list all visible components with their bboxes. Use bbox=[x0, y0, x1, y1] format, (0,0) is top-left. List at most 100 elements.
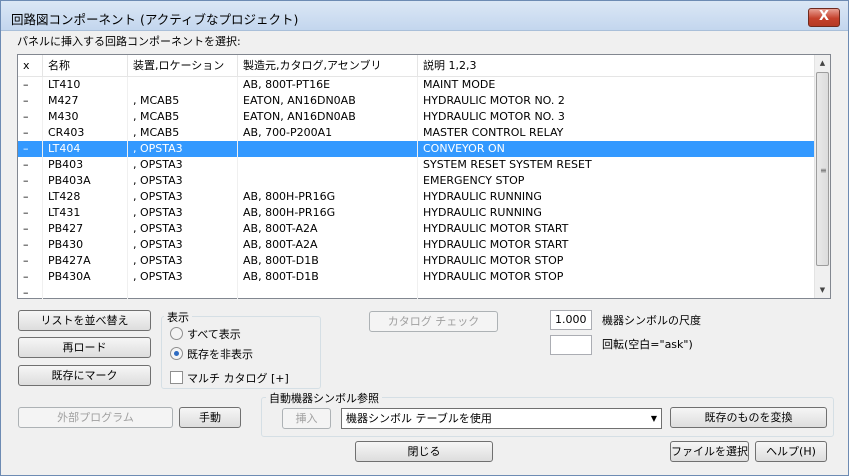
row-location: , OPSTA3 bbox=[133, 190, 183, 203]
multi-catalog-checkbox[interactable] bbox=[170, 371, 183, 384]
row-marker: – bbox=[23, 190, 29, 203]
row-description: HYDRAULIC MOTOR STOP bbox=[423, 254, 564, 267]
row-description: CONVEYOR ON bbox=[423, 142, 505, 155]
column-header-name[interactable]: 名称 bbox=[43, 55, 127, 77]
row-marker: – bbox=[23, 142, 29, 155]
row-manufacturer: AB, 800T-A2A bbox=[243, 222, 318, 235]
auto-symbol-group-label: 自動機器シンボル参照 bbox=[266, 390, 382, 406]
row-description: HYDRAULIC MOTOR NO. 2 bbox=[423, 94, 565, 107]
row-name: PB430 bbox=[48, 238, 84, 251]
row-name: M430 bbox=[48, 110, 79, 123]
symbol-source-dropdown[interactable]: 機器シンボル テーブルを使用 ▼ bbox=[341, 408, 662, 429]
select-file-button[interactable]: ファイルを選択 bbox=[670, 441, 749, 462]
row-marker: – bbox=[23, 94, 29, 107]
row-marker: – bbox=[23, 254, 29, 267]
row-name bbox=[43, 285, 127, 299]
row-location: , MCAB5 bbox=[133, 126, 180, 139]
show-all-label[interactable]: すべて表示 bbox=[187, 326, 241, 342]
row-marker: – bbox=[23, 286, 29, 299]
title-bar[interactable]: 回路図コンポーネント (アクティブなプロジェクト) X bbox=[1, 1, 848, 31]
row-marker: – bbox=[23, 174, 29, 187]
row-manufacturer bbox=[238, 285, 417, 299]
row-name: CR403 bbox=[48, 126, 85, 139]
help-button[interactable]: ヘルプ(H) bbox=[755, 441, 827, 462]
row-description bbox=[418, 285, 798, 299]
row-location: , OPSTA3 bbox=[133, 254, 183, 267]
row-location: , OPSTA3 bbox=[133, 158, 183, 171]
component-list[interactable]: x 名称 装置,ロケーション 製造元,カタログ,アセンブリ 説明 1,2,3 –… bbox=[17, 54, 831, 299]
symbol-source-value: 機器シンボル テーブルを使用 bbox=[346, 412, 492, 425]
scroll-down-arrow-icon[interactable]: ▼ bbox=[815, 282, 830, 298]
row-location: , OPSTA3 bbox=[133, 174, 183, 187]
row-name: PB403 bbox=[48, 158, 84, 171]
hide-existing-label[interactable]: 既存を非表示 bbox=[187, 346, 253, 362]
row-name: LT428 bbox=[48, 190, 81, 203]
row-description: HYDRAULIC RUNNING bbox=[423, 206, 542, 219]
row-manufacturer: AB, 700-P200A1 bbox=[243, 126, 333, 139]
chevron-down-icon: ▼ bbox=[650, 414, 657, 423]
row-marker: – bbox=[23, 126, 29, 139]
row-manufacturer: EATON, AN16DN0AB bbox=[243, 110, 356, 123]
row-location: , OPSTA3 bbox=[133, 238, 183, 251]
row-manufacturer: AB, 800T-D1B bbox=[243, 254, 319, 267]
manual-button[interactable]: 手動 bbox=[179, 407, 241, 428]
row-marker: – bbox=[23, 206, 29, 219]
row-description: HYDRAULIC MOTOR STOP bbox=[423, 270, 564, 283]
list-scrollbar[interactable]: ▲ ≡ ▼ bbox=[814, 55, 830, 298]
row-location: , OPSTA3 bbox=[133, 222, 183, 235]
convert-existing-button[interactable]: 既存のものを変換 bbox=[670, 407, 827, 428]
row-description: MASTER CONTROL RELAY bbox=[423, 126, 564, 139]
row-manufacturer: EATON, AN16DN0AB bbox=[243, 94, 356, 107]
row-marker: – bbox=[23, 238, 29, 251]
row-location: , OPSTA3 bbox=[133, 206, 183, 219]
row-name: LT404 bbox=[48, 142, 81, 155]
symbol-scale-input[interactable]: 1.000 bbox=[550, 310, 592, 330]
symbol-scale-label: 機器シンボルの尺度 bbox=[602, 314, 701, 327]
external-program-button[interactable]: 外部プログラム bbox=[18, 407, 173, 428]
column-header-x[interactable]: x bbox=[18, 55, 42, 77]
hide-existing-radio[interactable] bbox=[170, 347, 183, 360]
column-header-manufacturer[interactable]: 製造元,カタログ,アセンブリ bbox=[238, 55, 417, 77]
row-manufacturer bbox=[238, 157, 417, 173]
row-description: HYDRAULIC MOTOR START bbox=[423, 222, 569, 235]
row-description: MAINT MODE bbox=[423, 78, 496, 91]
row-marker: – bbox=[23, 110, 29, 123]
show-all-radio[interactable] bbox=[170, 327, 183, 340]
row-location: , MCAB5 bbox=[133, 110, 180, 123]
scroll-up-arrow-icon[interactable]: ▲ bbox=[815, 55, 830, 71]
row-manufacturer: AB, 800T-A2A bbox=[243, 238, 318, 251]
close-window-button[interactable]: X bbox=[808, 8, 840, 27]
catalog-check-button[interactable]: カタログ チェック bbox=[369, 311, 498, 332]
window-title: 回路図コンポーネント (アクティブなプロジェクト) bbox=[11, 12, 299, 27]
column-header-location[interactable]: 装置,ロケーション bbox=[128, 55, 237, 77]
grip-icon: ≡ bbox=[820, 166, 827, 175]
row-marker: – bbox=[23, 222, 29, 235]
row-location: , OPSTA3 bbox=[133, 142, 183, 155]
mark-existing-button[interactable]: 既存にマーク bbox=[18, 365, 151, 386]
scrollbar-thumb[interactable]: ≡ bbox=[816, 72, 829, 266]
close-button[interactable]: 閉じる bbox=[355, 441, 493, 462]
row-description: HYDRAULIC MOTOR NO. 3 bbox=[423, 110, 565, 123]
row-name: LT410 bbox=[48, 78, 81, 91]
row-description: HYDRAULIC RUNNING bbox=[423, 190, 542, 203]
row-description: SYSTEM RESET SYSTEM RESET bbox=[423, 158, 592, 171]
dialog-window: 回路図コンポーネント (アクティブなプロジェクト) X パネルに挿入する回路コン… bbox=[0, 0, 849, 476]
row-marker: – bbox=[23, 78, 29, 91]
rotation-input[interactable] bbox=[550, 335, 592, 355]
instruction-label: パネルに挿入する回路コンポーネントを選択: bbox=[17, 35, 241, 48]
insert-button[interactable]: 挿入 bbox=[282, 408, 331, 429]
row-name: PB427A bbox=[48, 254, 91, 267]
row-manufacturer bbox=[238, 173, 417, 189]
row-manufacturer: AB, 800T-D1B bbox=[243, 270, 319, 283]
row-location: , MCAB5 bbox=[133, 94, 180, 107]
multi-catalog-label[interactable]: マルチ カタログ [+] bbox=[187, 370, 289, 386]
reload-button[interactable]: 再ロード bbox=[18, 337, 151, 358]
row-description: EMERGENCY STOP bbox=[423, 174, 525, 187]
row-manufacturer bbox=[238, 141, 417, 157]
sort-list-button[interactable]: リストを並べ替え bbox=[18, 310, 151, 331]
row-name: PB430A bbox=[48, 270, 91, 283]
row-marker: – bbox=[23, 158, 29, 171]
column-header-description[interactable]: 説明 1,2,3 bbox=[418, 55, 798, 77]
row-manufacturer: AB, 800T-PT16E bbox=[243, 78, 331, 91]
row-description: HYDRAULIC MOTOR START bbox=[423, 238, 569, 251]
